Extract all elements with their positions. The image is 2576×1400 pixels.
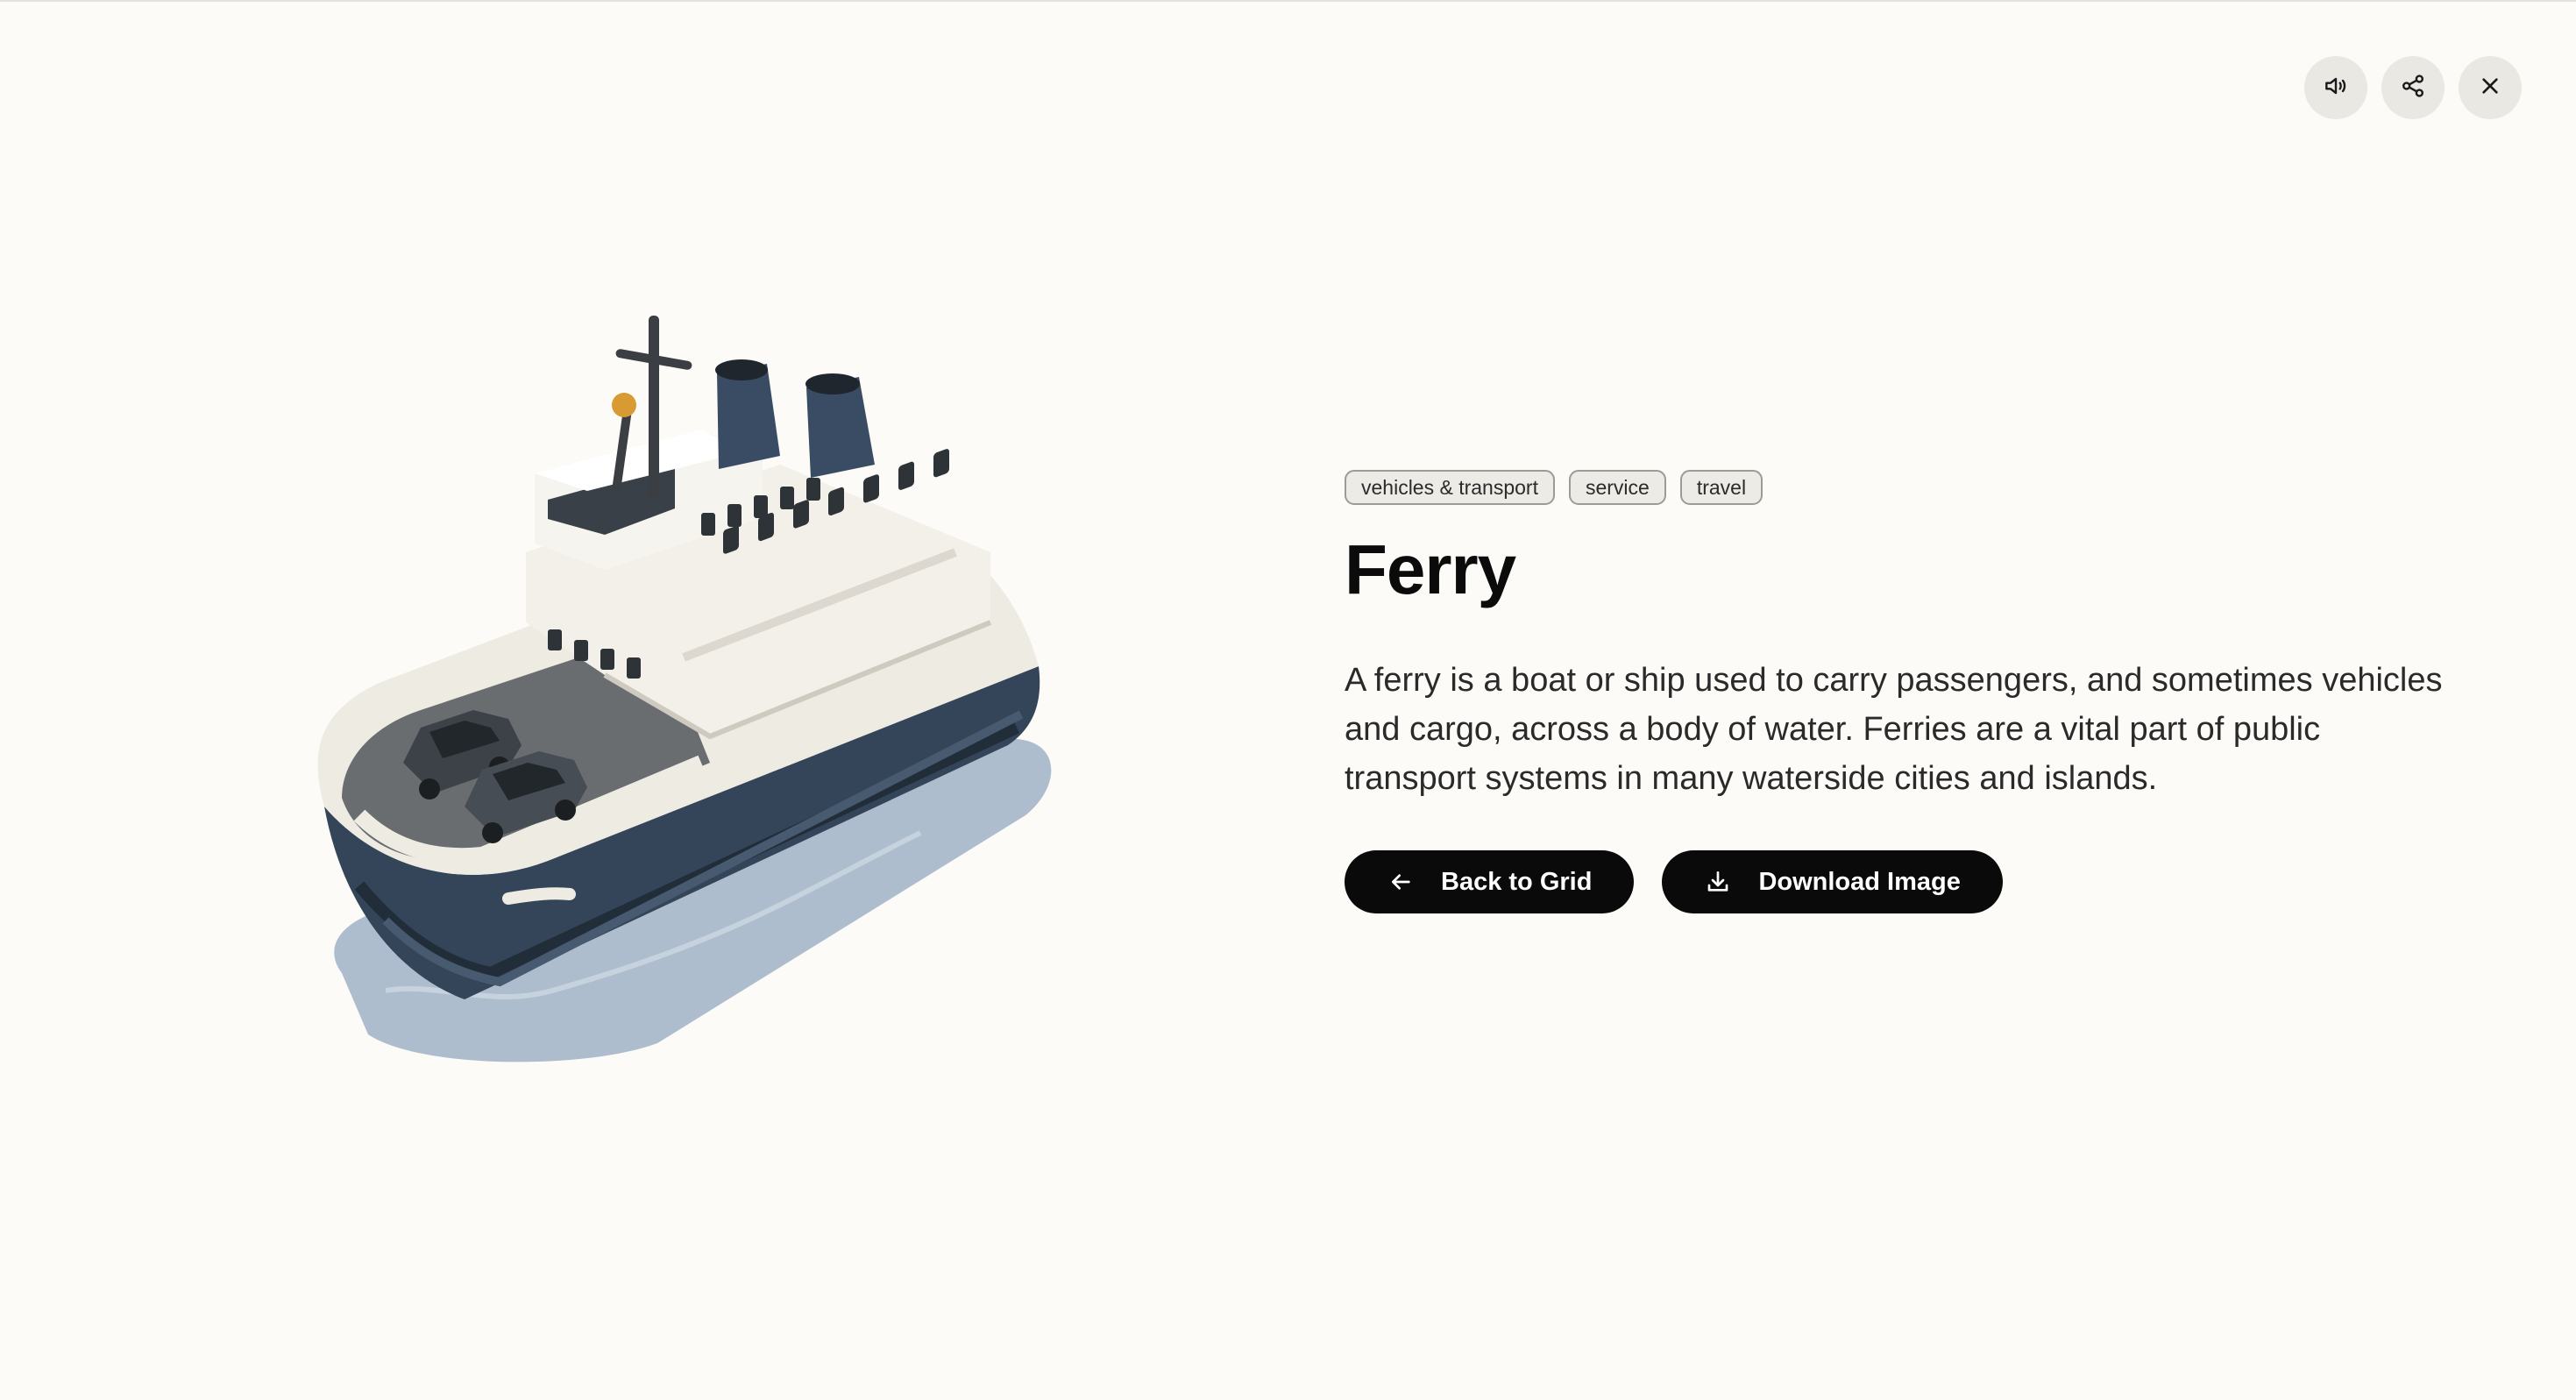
- download-image-button[interactable]: Download Image: [1662, 850, 2003, 913]
- close-icon: [2476, 72, 2504, 104]
- back-to-grid-label: Back to Grid: [1441, 867, 1593, 896]
- funnel-1: [715, 359, 780, 469]
- tag-travel[interactable]: travel: [1679, 470, 1763, 505]
- top-controls: [2304, 56, 2522, 119]
- top-divider: [0, 0, 2576, 2]
- ferry-illustration: [289, 289, 1078, 1078]
- tag-service[interactable]: service: [1568, 470, 1666, 505]
- info-panel: vehicles & transport service travel Ferr…: [1345, 470, 2449, 913]
- tag-vehicles-transport[interactable]: vehicles & transport: [1345, 470, 1555, 505]
- share-button[interactable]: [2381, 56, 2445, 119]
- back-to-grid-button[interactable]: Back to Grid: [1345, 850, 1635, 913]
- mast: [649, 316, 659, 500]
- detail-page: vehicles & transport service travel Ferr…: [0, 0, 2576, 1400]
- sound-button[interactable]: [2304, 56, 2367, 119]
- download-icon: [1704, 868, 1732, 896]
- mast-light: [612, 393, 636, 417]
- description: A ferry is a boat or ship used to carry …: [1345, 662, 2443, 797]
- speaker-icon: [2322, 72, 2350, 104]
- close-button[interactable]: [2459, 56, 2522, 119]
- page-title: Ferry: [1345, 530, 1516, 608]
- tag-list: vehicles & transport service travel: [1345, 470, 2449, 505]
- action-buttons: Back to Grid Download Image: [1345, 850, 2449, 913]
- download-image-label: Download Image: [1758, 867, 1961, 896]
- arrow-left-icon: [1387, 868, 1415, 896]
- share-icon: [2399, 72, 2427, 104]
- funnel-2: [805, 373, 875, 478]
